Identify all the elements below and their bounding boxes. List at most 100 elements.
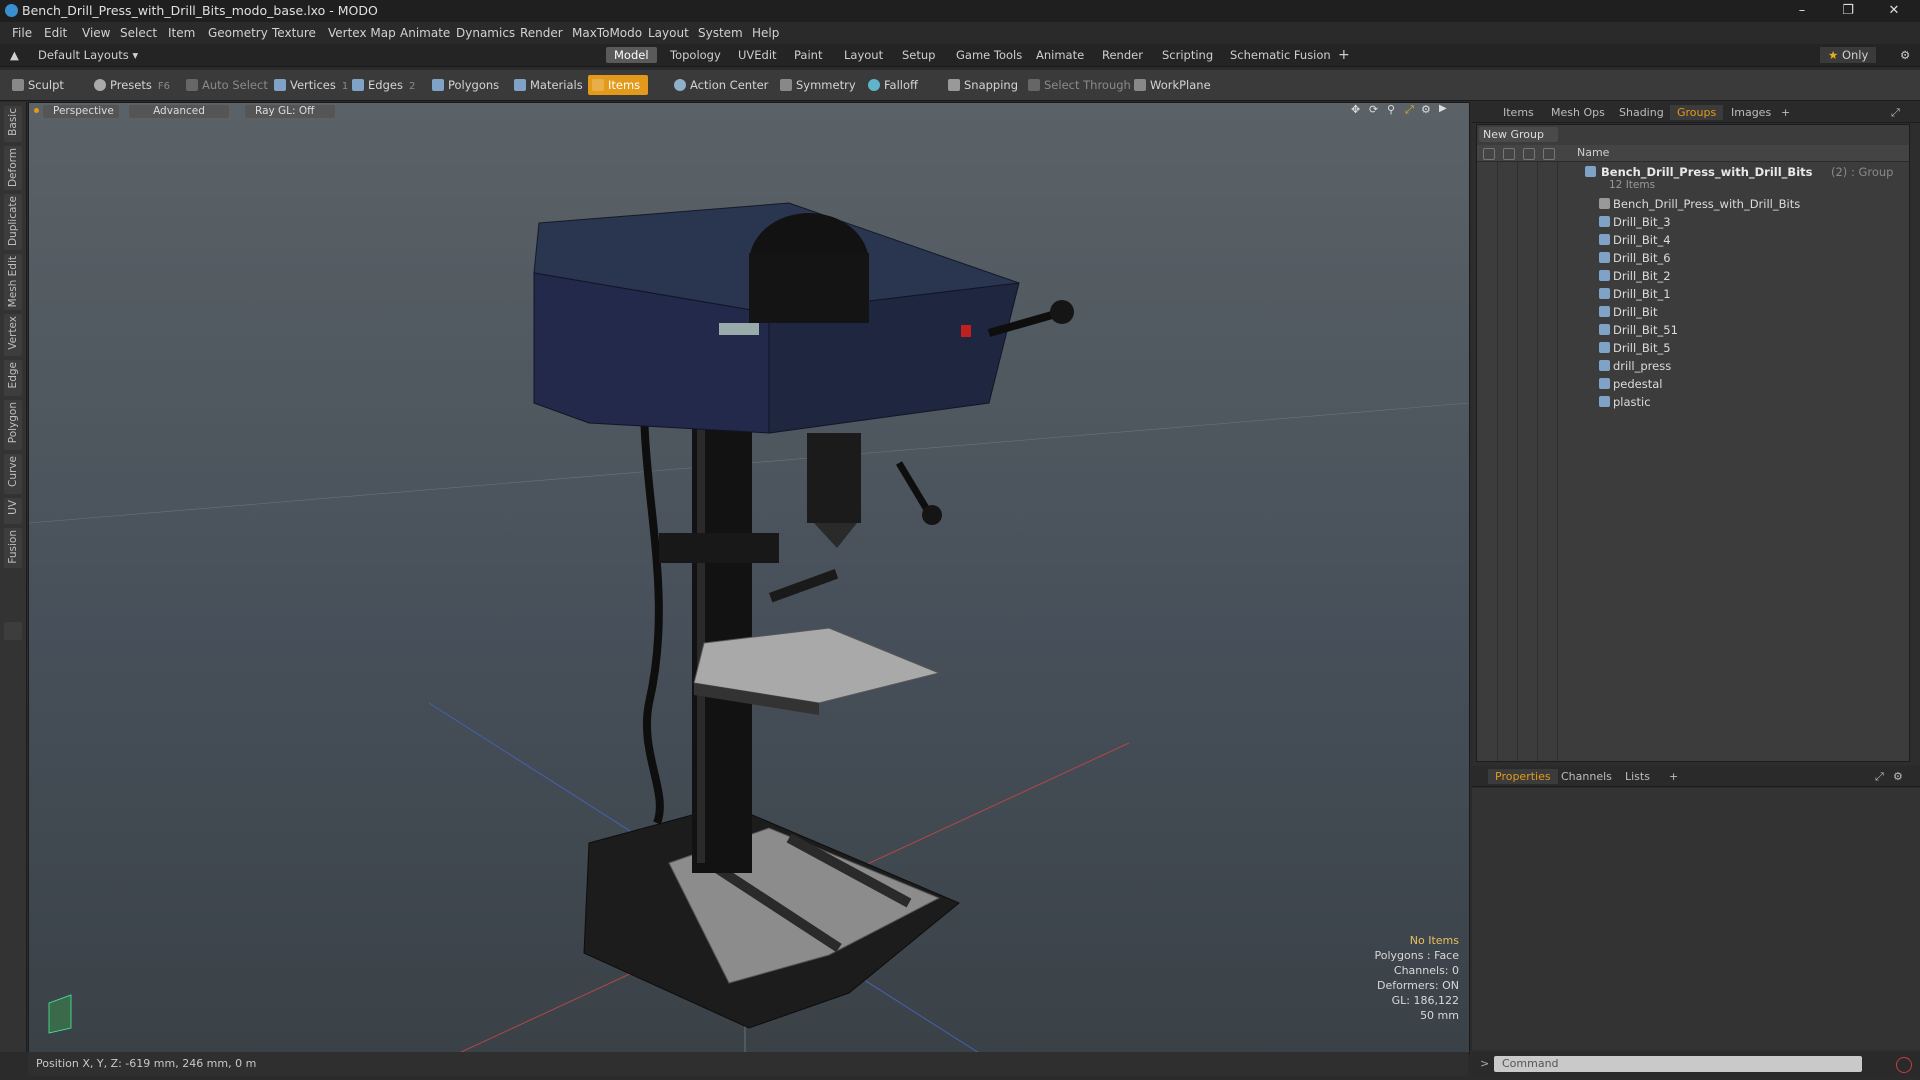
panel-expand-icon[interactable]: ⤢ [1884,105,1907,120]
tab-setup[interactable]: Setup [894,47,943,63]
vtab-fusion[interactable]: Fusion [4,528,22,568]
tab-shading[interactable]: Shading [1612,105,1671,120]
list-item[interactable]: plastic [1557,393,1907,411]
menu-vertex-map[interactable]: Vertex Map [328,26,396,40]
menu-layout[interactable]: Layout [648,26,689,40]
polygons-button[interactable]: Polygons [428,75,499,95]
command-history-icon[interactable] [1896,1057,1912,1073]
menu-edit[interactable]: Edit [44,26,67,40]
mesh-icon [1599,342,1610,353]
list-item[interactable]: Bench_Drill_Press_with_Drill_Bits [1557,195,1907,213]
select-col-icon[interactable] [1523,148,1535,160]
vtab-uv[interactable]: UV [4,498,22,524]
menu-animate[interactable]: Animate [400,26,450,40]
maximize-icon[interactable]: ❐ [1826,0,1870,22]
tab-lists[interactable]: Lists [1618,769,1657,784]
menu-view[interactable]: View [82,26,110,40]
list-item[interactable]: Drill_Bit_5 [1557,339,1907,357]
list-item[interactable]: Drill_Bit_3 [1557,213,1907,231]
menu-help[interactable]: Help [752,26,779,40]
app-icon [5,4,18,17]
layout-collapse-icon[interactable]: ▲ [6,47,27,63]
tab-mesh-ops[interactable]: Mesh Ops [1544,105,1612,120]
menu-dynamics[interactable]: Dynamics [456,26,515,40]
menu-item[interactable]: Item [168,26,195,40]
mesh-icon [1599,270,1610,281]
menu-geometry[interactable]: Geometry [208,26,268,40]
presets-shortcut: F6 [157,81,170,92]
add-layout-icon[interactable]: + [1330,47,1358,63]
name-header: Name [1577,146,1610,159]
tab-paint[interactable]: Paint [786,47,830,63]
list-item[interactable]: Drill_Bit_6 [1557,249,1907,267]
vtab-mesh-edit[interactable]: Mesh Edit [4,254,22,310]
sculpt-button[interactable]: Sculpt [8,75,64,95]
only-toggle[interactable]: ★ Only [1820,47,1877,63]
tab-animate[interactable]: Animate [1028,47,1092,63]
menu-texture[interactable]: Texture [272,26,316,40]
minimize-icon[interactable]: – [1780,0,1824,22]
tab-topology[interactable]: Topology [662,47,729,63]
menu-select[interactable]: Select [120,26,157,40]
tab-scripting[interactable]: Scripting [1154,47,1221,63]
presets-button[interactable]: Presets F6 [90,75,170,95]
sidebar-toggle-button[interactable] [4,622,22,640]
vtab-vertex[interactable]: Vertex [4,314,22,356]
gear-icon[interactable]: ⚙ [1892,47,1918,63]
auto-select-button[interactable]: Auto Select [182,75,268,95]
default-layouts-dropdown[interactable]: Default Layouts ▾ [30,47,146,63]
list-item[interactable]: Drill_Bit_4 [1557,231,1907,249]
materials-button[interactable]: Materials [510,75,583,95]
falloff-label: Falloff [884,78,918,92]
symmetry-button[interactable]: Symmetry [776,75,856,95]
tab-model[interactable]: Model [606,47,657,63]
close-icon[interactable]: ✕ [1872,0,1916,22]
tab-layout[interactable]: Layout [836,47,891,63]
vtab-duplicate[interactable]: Duplicate [4,194,22,250]
gear-icon[interactable]: ⚙ [1886,769,1910,784]
vertices-button[interactable]: Vertices 1 [270,75,348,95]
falloff-button[interactable]: Falloff [864,75,918,95]
select-through-button[interactable]: Select Through [1024,75,1131,95]
workplane-button[interactable]: WorkPlane [1130,75,1211,95]
menu-maxtomodo[interactable]: MaxToModo [572,26,642,40]
list-item[interactable]: Drill_Bit_51 [1557,321,1907,339]
menu-render[interactable]: Render [520,26,563,40]
tab-render[interactable]: Render [1094,47,1151,63]
tab-properties[interactable]: Properties [1488,769,1558,784]
tab-groups[interactable]: Groups [1670,105,1724,120]
items-button[interactable]: Items [588,75,649,95]
list-item-label: plastic [1613,395,1651,409]
tab-items[interactable]: Items [1496,105,1541,120]
list-item[interactable]: pedestal [1557,375,1907,393]
list-item[interactable]: drill_press [1557,357,1907,375]
menu-system[interactable]: System [698,26,743,40]
render-col-icon[interactable] [1543,148,1555,160]
3d-viewport[interactable]: Perspective Advanced Ray GL: Off ✥ ⟳ ⚲ ⤢… [28,102,1470,1054]
vtab-polygon[interactable]: Polygon [4,400,22,450]
list-item[interactable]: Drill_Bit [1557,303,1907,321]
eye-icon[interactable] [1483,148,1495,160]
add-tab-plus-icon[interactable]: + [1662,769,1685,784]
vtab-basic[interactable]: Basic [4,106,22,142]
lock-icon[interactable] [1503,148,1515,160]
vtab-edge[interactable]: Edge [4,360,22,396]
tab-channels[interactable]: Channels [1554,769,1619,784]
tab-uvedit[interactable]: UVEdit [730,47,785,63]
tab-images[interactable]: Images [1724,105,1778,120]
group-icon [1585,166,1596,177]
add-tab-plus-icon[interactable]: + [1774,105,1797,120]
new-group-button[interactable]: New Group [1479,127,1558,142]
vtab-deform[interactable]: Deform [4,146,22,190]
action-center-button[interactable]: Action Center [670,75,768,95]
list-item[interactable]: Drill_Bit_2 [1557,267,1907,285]
list-item[interactable]: Drill_Bit_1 [1557,285,1907,303]
snapping-button[interactable]: Snapping [944,75,1018,95]
group-row[interactable]: Bench_Drill_Press_with_Drill_Bits (2) : … [1557,163,1907,193]
edges-button[interactable]: Edges 2 [348,75,415,95]
tab-schematic-fusion[interactable]: Schematic Fusion [1222,47,1339,63]
command-input[interactable]: Command [1494,1056,1862,1072]
menu-file[interactable]: File [12,26,32,40]
vtab-curve[interactable]: Curve [4,454,22,494]
tab-game-tools[interactable]: Game Tools [948,47,1030,63]
